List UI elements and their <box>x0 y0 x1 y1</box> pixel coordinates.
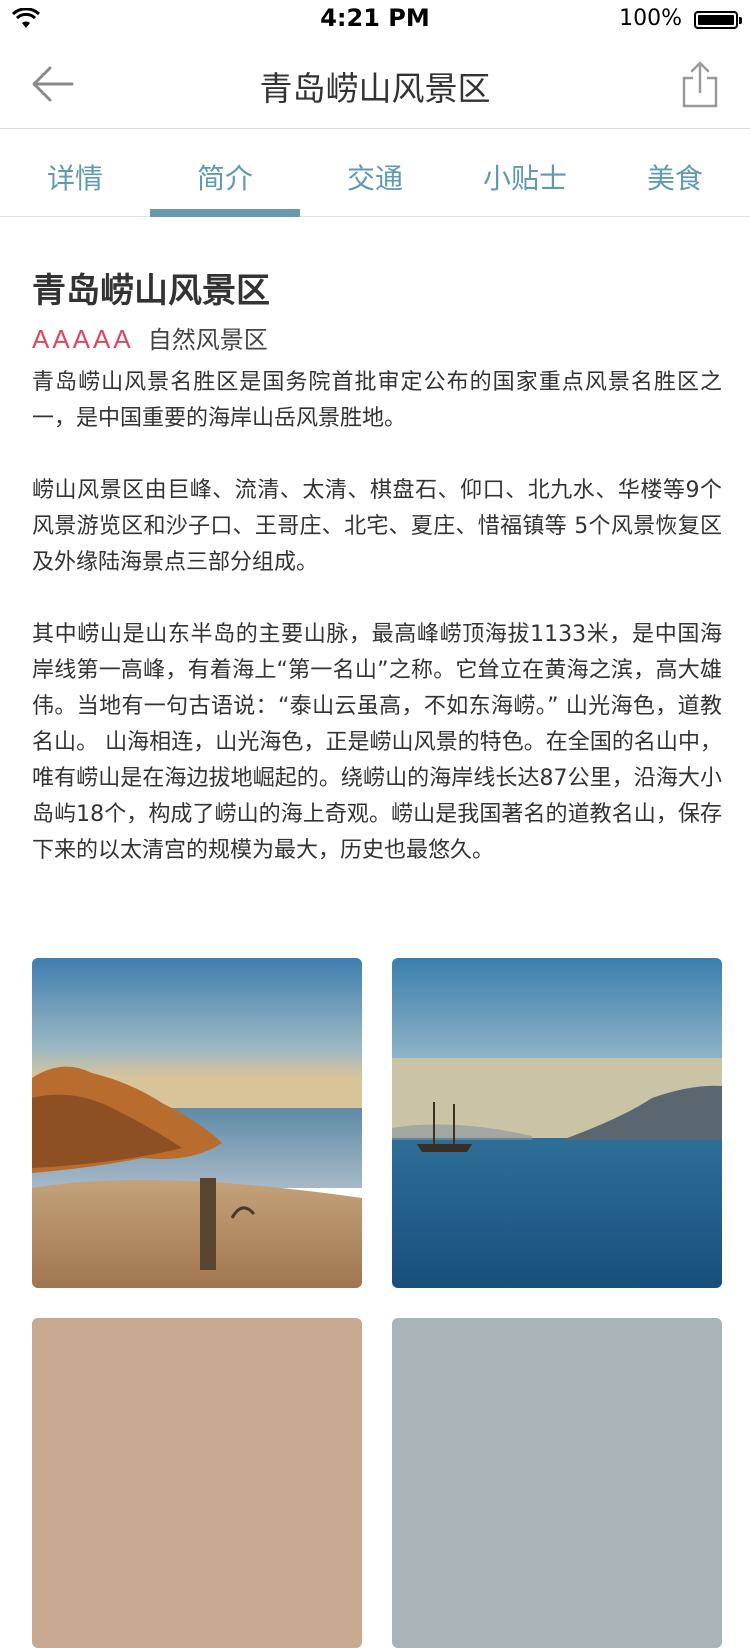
back-arrow-icon[interactable] <box>28 62 78 106</box>
tab-food[interactable]: 美食 <box>600 129 750 216</box>
photo-fourth[interactable] <box>392 1318 722 1648</box>
photo-beach-rocks[interactable] <box>32 958 362 1288</box>
paragraph-1: 青岛崂山风景名胜区是国务院首批审定公布的国家重点风景名胜区之一，是中国重要的海岸… <box>32 370 722 431</box>
battery-icon <box>694 11 742 29</box>
photo-sea-ship[interactable] <box>392 958 722 1288</box>
navigation-bar: 青岛崂山风景区 <box>0 40 750 129</box>
tab-transport[interactable]: 交通 <box>300 129 450 216</box>
tab-intro[interactable]: 简介 <box>150 129 300 217</box>
page-title: 青岛崂山风景区 <box>259 69 491 108</box>
category-label: 自然风景区 <box>147 326 268 354</box>
share-icon[interactable] <box>680 60 720 108</box>
place-title: 青岛崂山风景区 <box>32 271 270 311</box>
paragraph-2: 崂山风景区由巨峰、流清、太清、棋盘石、仰口、北九水、华楼等9个风景游览区和沙子口… <box>32 478 722 575</box>
rating-badge: AAAAA <box>32 324 134 354</box>
meta-row: AAAAA 自然风景区 <box>32 322 722 357</box>
intro-content: 青岛崂山风景区 AAAAA 自然风景区 青岛崂山风景名胜区是国务院首批审定公布的国… <box>32 268 722 905</box>
paragraph-3: 其中崂山是山东半岛的主要山脉，最高峰崂顶海拔1133米，是中国海岸线第一高峰，有… <box>32 622 722 863</box>
tab-details[interactable]: 详情 <box>0 129 150 216</box>
photo-third[interactable] <box>32 1318 362 1648</box>
tab-tips[interactable]: 小贴士 <box>450 129 600 216</box>
battery-percentage: 100% <box>619 6 682 31</box>
tab-bar: 详情 简介 交通 小贴士 美食 <box>0 129 750 217</box>
status-bar: 4:21 PM 100% <box>0 0 750 40</box>
